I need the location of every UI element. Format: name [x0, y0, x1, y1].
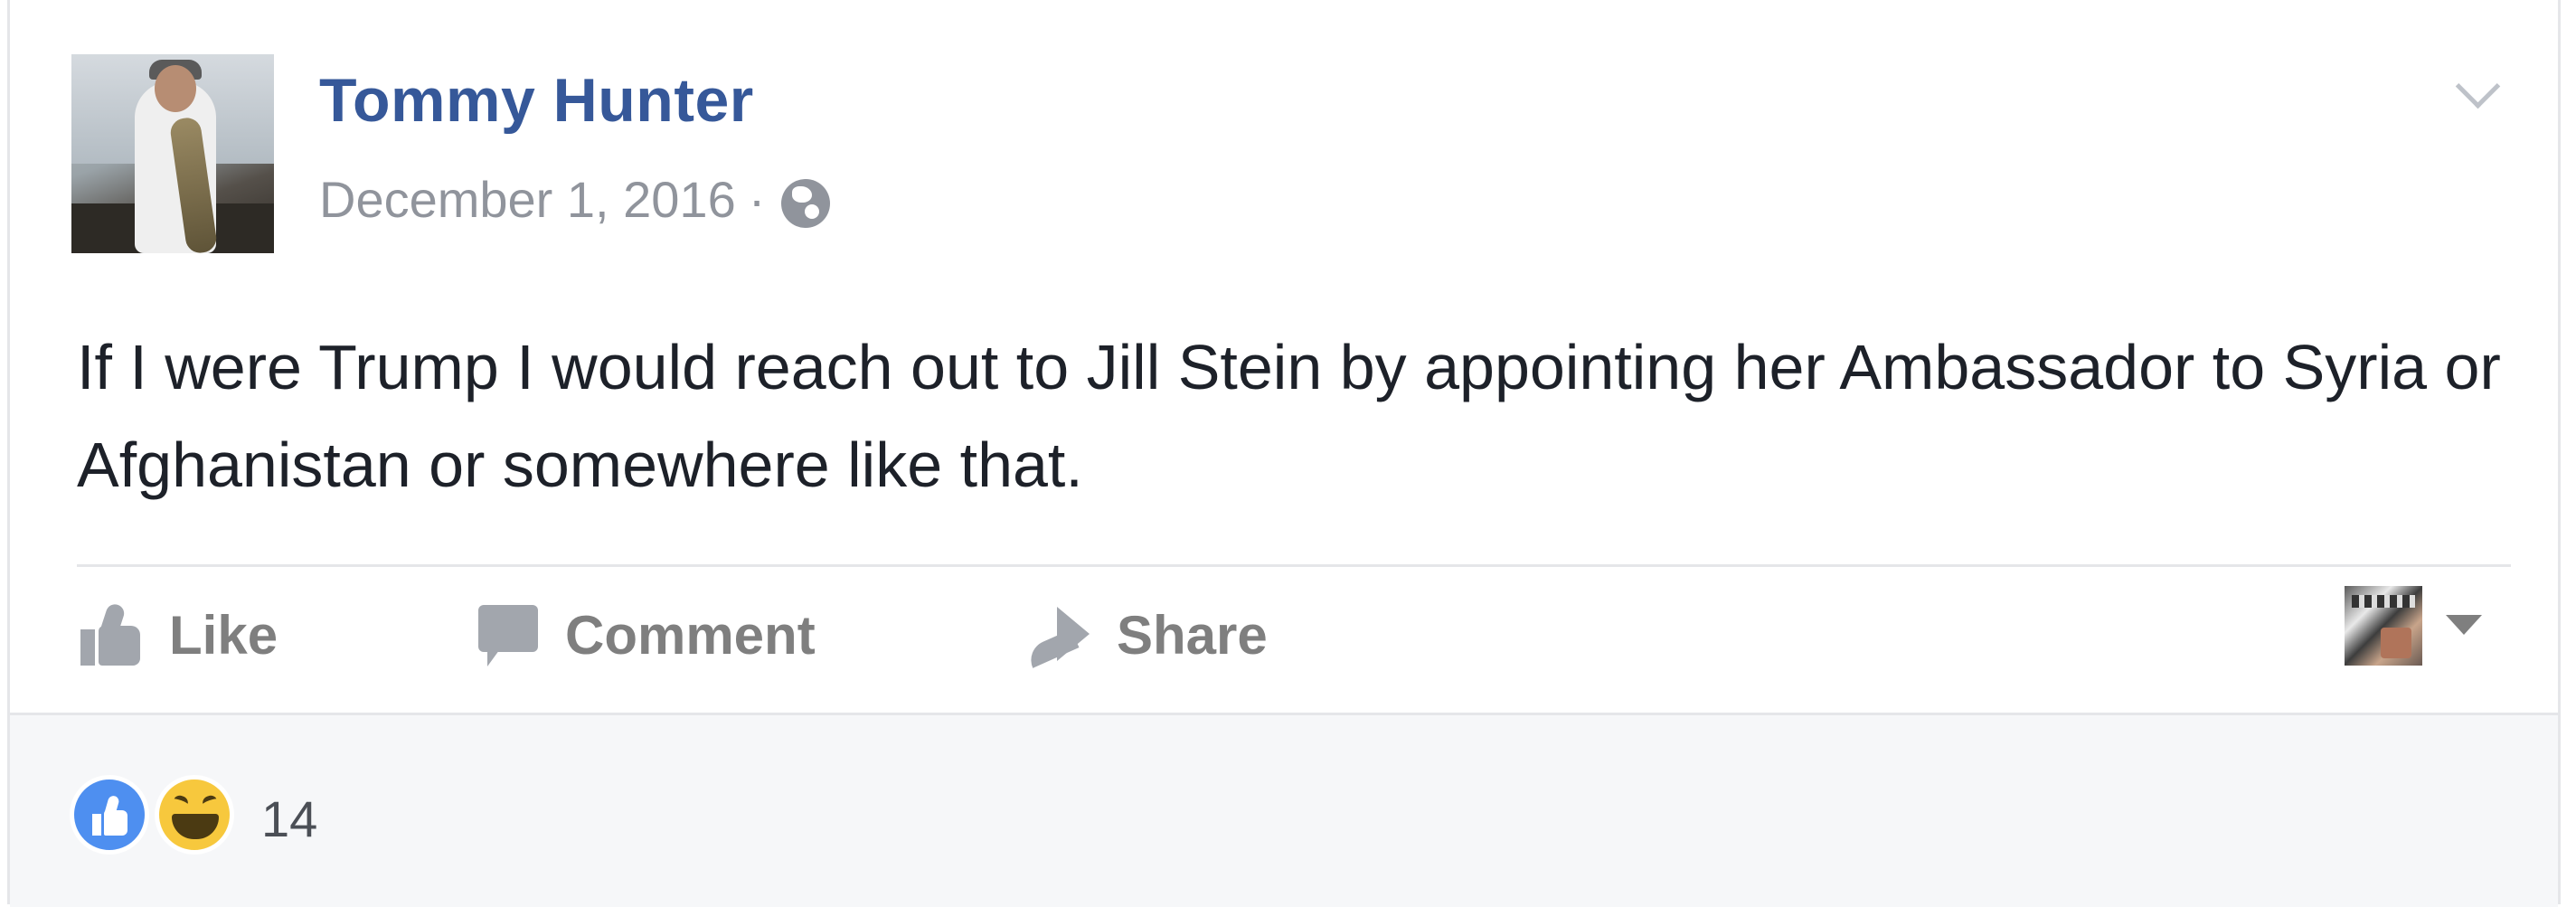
- globe-icon[interactable]: [781, 178, 831, 228]
- speech-bubble-icon: [478, 601, 538, 668]
- reactions-bar: 14: [10, 713, 2558, 907]
- reaction-count[interactable]: 14: [261, 789, 317, 848]
- share-button[interactable]: Share: [1021, 599, 1268, 671]
- haha-reaction-icon[interactable]: [155, 775, 234, 855]
- post-date-link[interactable]: December 1, 2016: [319, 170, 736, 229]
- post-card: Tommy Hunter December 1, 2016 · If I wer…: [7, 0, 2561, 907]
- like-button[interactable]: Like: [80, 599, 278, 671]
- chevron-down-icon[interactable]: [2455, 63, 2501, 109]
- comment-button[interactable]: Comment: [478, 599, 816, 671]
- author-avatar[interactable]: [71, 54, 274, 253]
- divider: [77, 564, 2511, 567]
- author-name-link[interactable]: Tommy Hunter: [319, 65, 754, 136]
- share-arrow-icon: [1021, 605, 1090, 668]
- like-label: Like: [169, 604, 278, 666]
- like-reaction-icon[interactable]: [70, 775, 149, 855]
- share-label: Share: [1117, 604, 1268, 666]
- post-as-avatar[interactable]: [2345, 586, 2422, 666]
- meta-separator: ·: [748, 171, 766, 228]
- post-text: If I were Trump I would reach out to Jil…: [77, 332, 2501, 500]
- post-meta: December 1, 2016 ·: [319, 170, 831, 229]
- avatar-head: [155, 65, 196, 112]
- comment-label: Comment: [565, 604, 816, 666]
- thumbs-up-icon: [80, 601, 142, 666]
- caret-down-icon[interactable]: [2446, 615, 2482, 635]
